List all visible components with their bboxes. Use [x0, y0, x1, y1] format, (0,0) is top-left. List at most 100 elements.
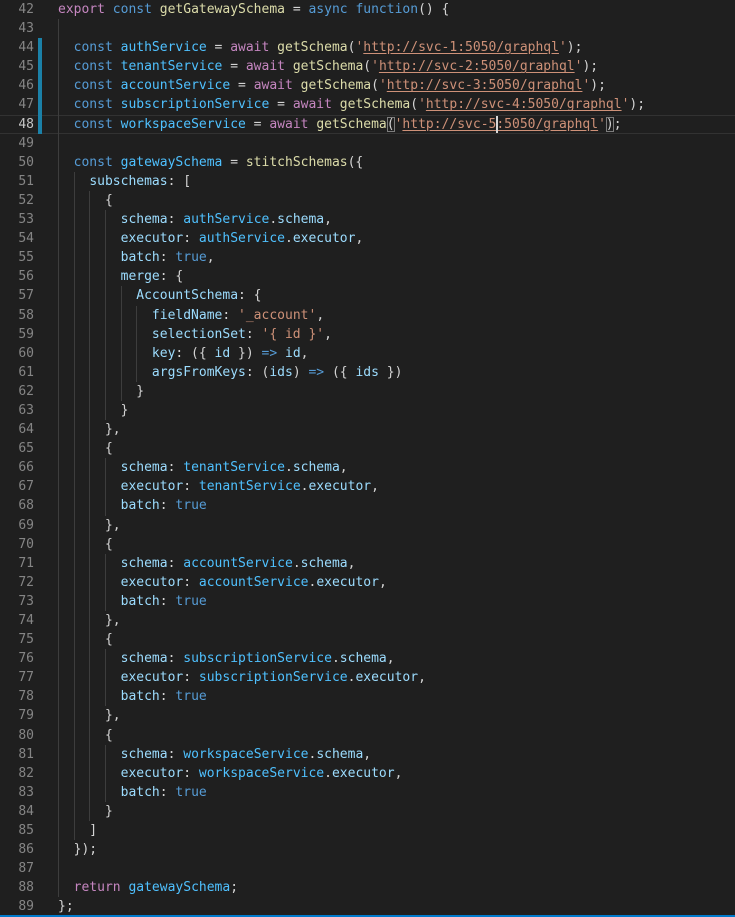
code-line[interactable]: 89};: [0, 897, 735, 916]
code-line[interactable]: 81 schema: workspaceService.schema,: [0, 745, 735, 764]
code-line[interactable]: 45 const tenantService = await getSchema…: [0, 57, 735, 76]
code-line[interactable]: 72 executor: accountService.executor,: [0, 573, 735, 592]
line-number[interactable]: 42: [0, 0, 34, 19]
line-number[interactable]: 62: [0, 382, 34, 401]
code-line[interactable]: 86 });: [0, 840, 735, 859]
line-number[interactable]: 74: [0, 611, 34, 630]
code-line[interactable]: 59 selectionSet: '{ id }',: [0, 325, 735, 344]
line-number[interactable]: 69: [0, 516, 34, 535]
line-number[interactable]: 47: [0, 95, 34, 114]
code-line[interactable]: 83 batch: true: [0, 783, 735, 802]
code-line[interactable]: 79 },: [0, 706, 735, 725]
line-number[interactable]: 67: [0, 477, 34, 496]
line-number[interactable]: 75: [0, 630, 34, 649]
line-number[interactable]: 61: [0, 363, 34, 382]
line-number[interactable]: 72: [0, 573, 34, 592]
code-line[interactable]: 65 {: [0, 439, 735, 458]
code-line[interactable]: 58 fieldName: '_account',: [0, 306, 735, 325]
code-line[interactable]: 49: [0, 134, 735, 153]
code-line[interactable]: 47 const subscriptionService = await get…: [0, 95, 735, 114]
indent-guide: [105, 573, 106, 592]
line-number[interactable]: 82: [0, 764, 34, 783]
line-number[interactable]: 84: [0, 802, 34, 821]
code-text: batch: true,: [58, 248, 735, 267]
line-number[interactable]: 55: [0, 248, 34, 267]
line-number[interactable]: 56: [0, 267, 34, 286]
line-number[interactable]: 51: [0, 172, 34, 191]
line-number[interactable]: 57: [0, 286, 34, 305]
code-line[interactable]: 76 schema: subscriptionService.schema,: [0, 649, 735, 668]
code-line[interactable]: 71 schema: accountService.schema,: [0, 554, 735, 573]
code-line[interactable]: 44 const authService = await getSchema('…: [0, 38, 735, 57]
line-number[interactable]: 88: [0, 878, 34, 897]
line-number[interactable]: 64: [0, 420, 34, 439]
code-line[interactable]: 61 argsFromKeys: (ids) => ({ ids }): [0, 363, 735, 382]
line-number[interactable]: 80: [0, 726, 34, 745]
line-number[interactable]: 59: [0, 325, 34, 344]
line-number[interactable]: 53: [0, 210, 34, 229]
code-line[interactable]: 67 executor: tenantService.executor,: [0, 477, 735, 496]
line-number[interactable]: 50: [0, 153, 34, 172]
code-line[interactable]: 60 key: ({ id }) => id,: [0, 344, 735, 363]
code-line[interactable]: 53 schema: authService.schema,: [0, 210, 735, 229]
line-number[interactable]: 76: [0, 649, 34, 668]
code-line[interactable]: 51 subschemas: [: [0, 172, 735, 191]
code-line[interactable]: 56 merge: {: [0, 267, 735, 286]
code-line[interactable]: 43: [0, 19, 735, 38]
code-line[interactable]: 80 {: [0, 726, 735, 745]
code-line[interactable]: 78 batch: true: [0, 687, 735, 706]
line-number[interactable]: 77: [0, 668, 34, 687]
code-line[interactable]: 77 executor: subscriptionService.executo…: [0, 668, 735, 687]
code-line[interactable]: 85 ]: [0, 821, 735, 840]
line-number[interactable]: 48: [0, 115, 34, 134]
line-number[interactable]: 78: [0, 687, 34, 706]
line-number[interactable]: 49: [0, 134, 34, 153]
code-line[interactable]: 66 schema: tenantService.schema,: [0, 458, 735, 477]
code-line[interactable]: 84 }: [0, 802, 735, 821]
code-line[interactable]: 88 return gatewaySchema;: [0, 878, 735, 897]
code-line[interactable]: 54 executor: authService.executor,: [0, 229, 735, 248]
line-number[interactable]: 83: [0, 783, 34, 802]
code-line[interactable]: 57 AccountSchema: {: [0, 286, 735, 305]
line-number[interactable]: 65: [0, 439, 34, 458]
line-number[interactable]: 44: [0, 38, 34, 57]
code-line[interactable]: 42export const getGatewaySchema = async …: [0, 0, 735, 19]
code-line[interactable]: 55 batch: true,: [0, 248, 735, 267]
line-number[interactable]: 66: [0, 458, 34, 477]
line-number[interactable]: 86: [0, 840, 34, 859]
code-line[interactable]: 63 }: [0, 401, 735, 420]
code-line[interactable]: 74 },: [0, 611, 735, 630]
line-number[interactable]: 46: [0, 76, 34, 95]
code-line[interactable]: 64 },: [0, 420, 735, 439]
code-line[interactable]: 73 batch: true: [0, 592, 735, 611]
line-number[interactable]: 87: [0, 859, 34, 878]
code-line[interactable]: 87: [0, 859, 735, 878]
code-token: schema: [121, 651, 168, 666]
code-line[interactable]: 46 const accountService = await getSchem…: [0, 76, 735, 95]
code-line[interactable]: 52 {: [0, 191, 735, 210]
line-number[interactable]: 71: [0, 554, 34, 573]
code-line[interactable]: 62 }: [0, 382, 735, 401]
code-line[interactable]: 69 },: [0, 516, 735, 535]
code-line[interactable]: 68 batch: true: [0, 496, 735, 515]
line-number[interactable]: 54: [0, 229, 34, 248]
line-number[interactable]: 68: [0, 496, 34, 515]
code-line[interactable]: 48 const workspaceService = await getSch…: [0, 115, 735, 134]
line-number[interactable]: 45: [0, 57, 34, 76]
line-number[interactable]: 79: [0, 706, 34, 725]
code-line[interactable]: 50 const gatewaySchema = stitchSchemas({: [0, 153, 735, 172]
line-number[interactable]: 63: [0, 401, 34, 420]
line-number[interactable]: 73: [0, 592, 34, 611]
code-token: const: [74, 40, 113, 55]
line-number[interactable]: 85: [0, 821, 34, 840]
code-line[interactable]: 82 executor: workspaceService.executor,: [0, 764, 735, 783]
line-number[interactable]: 52: [0, 191, 34, 210]
line-number[interactable]: 58: [0, 306, 34, 325]
line-number[interactable]: 89: [0, 897, 34, 916]
line-number[interactable]: 43: [0, 19, 34, 38]
line-number[interactable]: 81: [0, 745, 34, 764]
line-number[interactable]: 70: [0, 535, 34, 554]
code-line[interactable]: 75 {: [0, 630, 735, 649]
line-number[interactable]: 60: [0, 344, 34, 363]
code-line[interactable]: 70 {: [0, 535, 735, 554]
